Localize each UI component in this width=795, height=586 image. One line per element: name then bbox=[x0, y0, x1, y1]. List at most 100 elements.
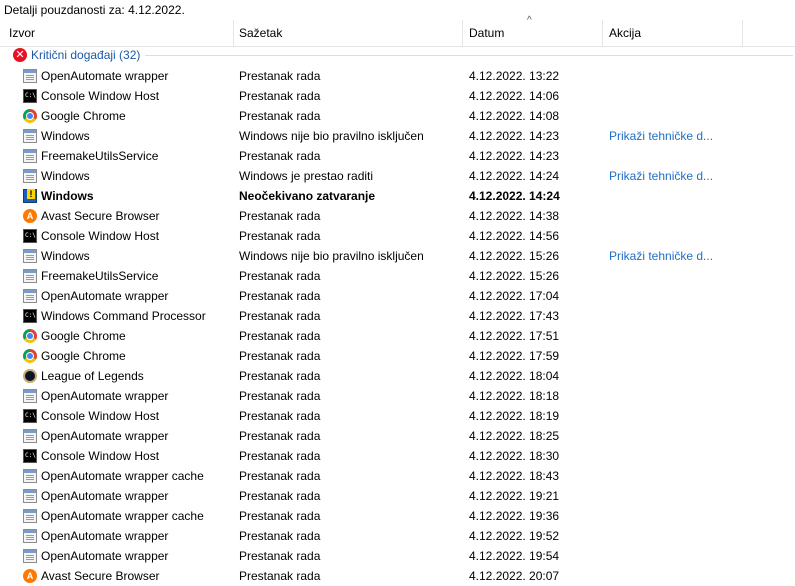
event-summary: Neočekivano zatvaranje bbox=[239, 189, 376, 203]
column-header-bar: Izvor Sažetak Datum ^ Akcija bbox=[0, 15, 795, 47]
windows-warning-icon bbox=[23, 189, 37, 203]
application-window-icon bbox=[23, 549, 37, 563]
event-summary: Prestanak rada bbox=[239, 229, 321, 243]
event-row[interactable]: OpenAutomate wrapper Prestanak rada 4.12.2… bbox=[0, 286, 795, 306]
event-row[interactable]: Windows Windows nije bio pravilno isključ… bbox=[0, 126, 795, 146]
event-row[interactable]: Avast Secure BrowserPrestanak rada4.12.2… bbox=[0, 206, 795, 226]
column-header-action[interactable]: Akcija bbox=[609, 20, 641, 46]
event-row[interactable]: OpenAutomate wrapper Prestanak rada 4.12.2… bbox=[0, 386, 795, 406]
event-date: 4.12.2022. 18:43 bbox=[469, 469, 560, 483]
event-source: Console Window Host bbox=[41, 409, 160, 423]
event-summary: Prestanak rada bbox=[239, 349, 321, 363]
event-row[interactable]: OpenAutomate wrapper Prestanak rada 4.12.2… bbox=[0, 486, 795, 506]
column-header-date[interactable]: Datum bbox=[469, 20, 504, 46]
event-date: 4.12.2022. 14:24 bbox=[469, 169, 560, 183]
event-summary: Prestanak rada bbox=[239, 369, 321, 383]
event-source: Google Chrome bbox=[41, 329, 126, 343]
event-row[interactable]: C:\ Windows Command Processor Prestanak ra… bbox=[0, 306, 795, 326]
event-row[interactable]: FreemakeUtilsService Prestanak rada 4.12.2… bbox=[0, 266, 795, 286]
event-source: Windows bbox=[41, 189, 94, 203]
event-source: OpenAutomate wrapper bbox=[41, 289, 169, 303]
application-window-icon bbox=[23, 529, 37, 543]
event-date: 4.12.2022. 17:51 bbox=[469, 329, 560, 343]
event-summary: Prestanak rada bbox=[239, 549, 321, 563]
event-row[interactable]: League of Legends Prestanak rada 4.12.2022… bbox=[0, 366, 795, 386]
console-window-icon: C:\ bbox=[23, 409, 37, 423]
console-window-icon: C:\ bbox=[23, 309, 37, 323]
event-row[interactable]: OpenAutomate wrapper Prestanak rada 4.12.2… bbox=[0, 526, 795, 546]
column-divider[interactable] bbox=[233, 20, 234, 46]
event-date: 4.12.2022. 18:04 bbox=[469, 369, 560, 383]
event-date: 4.12.2022. 14:38 bbox=[469, 209, 560, 223]
event-source: OpenAutomate wrapper bbox=[41, 389, 169, 403]
event-summary: Prestanak rada bbox=[239, 469, 321, 483]
event-summary: Windows nije bio pravilno isključen bbox=[239, 129, 424, 143]
console-window-icon: C:\ bbox=[23, 89, 37, 103]
sort-ascending-icon: ^ bbox=[527, 15, 532, 26]
event-row[interactable]: OpenAutomate wrapper Prestanak rada 4.12.2… bbox=[0, 546, 795, 566]
event-row[interactable]: Google Chrome Prestanak rada 4.12.2022. 17… bbox=[0, 326, 795, 346]
event-source: OpenAutomate wrapper cache bbox=[41, 469, 204, 483]
event-date: 4.12.2022. 17:04 bbox=[469, 289, 560, 303]
event-row[interactable]: OpenAutomate wrapper Prestanak rada 4.12.2… bbox=[0, 426, 795, 446]
event-row[interactable]: OpenAutomate wrapper cache Prestanak rada… bbox=[0, 466, 795, 486]
application-window-icon bbox=[23, 489, 37, 503]
event-row[interactable]: C:\ Console Window Host Prestanak rada 4.12… bbox=[0, 86, 795, 106]
column-divider[interactable] bbox=[602, 20, 603, 46]
event-date: 4.12.2022. 13:22 bbox=[469, 69, 560, 83]
event-summary: Prestanak rada bbox=[239, 69, 321, 83]
application-window-icon bbox=[23, 289, 37, 303]
event-date: 4.12.2022. 15:26 bbox=[469, 269, 560, 283]
event-source: Windows bbox=[41, 129, 90, 143]
event-row[interactable]: C:\ Console Window Host Prestanak rada 4.12… bbox=[0, 226, 795, 246]
column-header-summary[interactable]: Sažetak bbox=[239, 20, 282, 46]
event-summary: Prestanak rada bbox=[239, 269, 321, 283]
event-summary: Prestanak rada bbox=[239, 449, 321, 463]
event-date: 4.12.2022. 18:30 bbox=[469, 449, 560, 463]
application-window-icon bbox=[23, 129, 37, 143]
event-date: 4.12.2022. 15:26 bbox=[469, 249, 560, 263]
event-summary: Windows nije bio pravilno isključen bbox=[239, 249, 424, 263]
event-row[interactable]: Avast Secure BrowserPrestanak rada4.12.2… bbox=[0, 566, 795, 586]
event-row[interactable]: FreemakeUtilsService Prestanak rada 4.12.2… bbox=[0, 146, 795, 166]
event-row[interactable]: Windows Neočekivano zatvaranje 4.12.2022. … bbox=[0, 186, 795, 206]
event-source: OpenAutomate wrapper cache bbox=[41, 509, 204, 523]
event-source: OpenAutomate wrapper bbox=[41, 549, 169, 563]
application-window-icon bbox=[23, 149, 37, 163]
view-technical-details-link[interactable]: Prikaži tehničke d... bbox=[609, 129, 713, 143]
event-date: 4.12.2022. 14:23 bbox=[469, 149, 560, 163]
application-window-icon bbox=[23, 169, 37, 183]
event-row[interactable]: Windows Windows je prestao raditi 4.12.202… bbox=[0, 166, 795, 186]
event-summary: Prestanak rada bbox=[239, 509, 321, 523]
event-source: Avast Secure Browser bbox=[41, 209, 160, 223]
event-row[interactable]: C:\ Console Window Host Prestanak rada 4.12… bbox=[0, 446, 795, 466]
avast-browser-icon bbox=[23, 209, 37, 223]
event-source: Console Window Host bbox=[41, 449, 160, 463]
event-date: 4.12.2022. 19:21 bbox=[469, 489, 560, 503]
column-divider[interactable] bbox=[462, 20, 463, 46]
event-date: 4.12.2022. 19:52 bbox=[469, 529, 560, 543]
event-summary: Prestanak rada bbox=[239, 309, 321, 323]
group-divider bbox=[145, 55, 793, 56]
event-date: 4.12.2022. 19:36 bbox=[469, 509, 560, 523]
event-source: FreemakeUtilsService bbox=[41, 269, 159, 283]
event-row[interactable]: OpenAutomate wrapper Prestanak rada 4.12.2… bbox=[0, 66, 795, 86]
group-header-critical-events[interactable]: ✕ Kritični događaji (32) bbox=[0, 46, 795, 66]
view-technical-details-link[interactable]: Prikaži tehničke d... bbox=[609, 169, 713, 183]
event-source: Console Window Host bbox=[41, 229, 160, 243]
event-row[interactable]: Windows Windows nije bio pravilno isključ… bbox=[0, 246, 795, 266]
event-row[interactable]: Google Chrome Prestanak rada 4.12.2022. 14… bbox=[0, 106, 795, 126]
column-header-source[interactable]: Izvor bbox=[9, 20, 35, 46]
application-window-icon bbox=[23, 469, 37, 483]
event-date: 4.12.2022. 17:43 bbox=[469, 309, 560, 323]
event-row[interactable]: OpenAutomate wrapper cache Prestanak rada… bbox=[0, 506, 795, 526]
event-source: OpenAutomate wrapper bbox=[41, 489, 169, 503]
event-row[interactable]: C:\ Console Window Host Prestanak rada 4.12… bbox=[0, 406, 795, 426]
event-date: 4.12.2022. 14:06 bbox=[469, 89, 560, 103]
column-divider[interactable] bbox=[742, 20, 743, 46]
console-window-icon: C:\ bbox=[23, 229, 37, 243]
view-technical-details-link[interactable]: Prikaži tehničke d... bbox=[609, 249, 713, 263]
event-row[interactable]: Google Chrome Prestanak rada 4.12.2022. 17… bbox=[0, 346, 795, 366]
group-label[interactable]: Kritični događaji (32) bbox=[31, 48, 140, 62]
application-window-icon bbox=[23, 509, 37, 523]
